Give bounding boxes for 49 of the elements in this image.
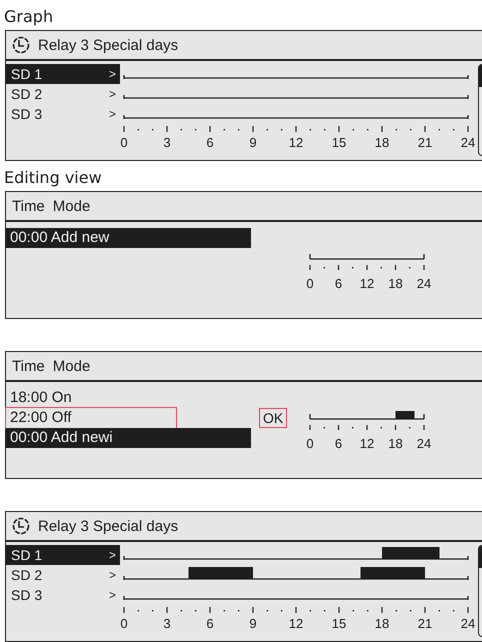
axis-label: 21 xyxy=(418,135,432,150)
schedule-entry[interactable]: 22:00 Off xyxy=(6,408,176,428)
day-row[interactable]: SD 1 > xyxy=(6,545,120,565)
axis-label: 6 xyxy=(334,436,342,451)
axis-label: 15 xyxy=(332,135,346,150)
axis-label: 24 xyxy=(460,616,476,631)
axis-label: 12 xyxy=(288,616,304,631)
axis-label: 18 xyxy=(388,276,403,291)
axis-label: 9 xyxy=(249,135,257,150)
axis-label: 6 xyxy=(334,276,342,291)
schedule-entry[interactable]: 00:00 Add new xyxy=(6,228,251,248)
day-row[interactable]: SD 1 > xyxy=(6,64,120,84)
section-caption: Editing view xyxy=(3,167,103,189)
schedule-entry[interactable]: 18:00 On xyxy=(6,388,251,408)
column-heading: Time xyxy=(12,198,45,214)
axis-label: 0 xyxy=(306,276,314,291)
axis-label: 0 xyxy=(120,135,128,150)
axis-label: 6 xyxy=(206,616,214,631)
axis-label: 12 xyxy=(288,135,304,150)
axis-label: 18 xyxy=(374,135,390,150)
axis-label: 24 xyxy=(416,276,432,291)
axis-label: 18 xyxy=(374,616,390,631)
axis-label: 12 xyxy=(360,276,374,291)
axis-label: 24 xyxy=(460,135,476,150)
column-heading: Mode xyxy=(52,198,90,214)
section-caption: Graph xyxy=(3,6,54,28)
clock-icon xyxy=(12,36,30,54)
axis-label: 18 xyxy=(388,436,403,451)
axis-label: 3 xyxy=(163,135,171,150)
column-heading: Mode xyxy=(52,358,90,374)
schedule-entry[interactable]: 00:00 Add newi xyxy=(6,428,251,448)
axis-label: 6 xyxy=(206,135,214,150)
day-row[interactable]: SD 2 > xyxy=(6,565,120,585)
day-row[interactable]: SD 3 > xyxy=(6,104,120,124)
axis-label: 15 xyxy=(332,616,346,631)
ok-button[interactable]: OK xyxy=(259,408,288,428)
axis-label: 24 xyxy=(416,436,432,451)
axis-label: 0 xyxy=(120,616,128,631)
axis-label: 21 xyxy=(418,616,432,631)
axis-label: 12 xyxy=(360,436,374,451)
axis-label: 0 xyxy=(306,436,314,451)
panel-title: Relay 3 Special days xyxy=(38,518,178,534)
column-heading: Time xyxy=(12,358,45,374)
clock-icon xyxy=(12,517,30,535)
panel-title: Relay 3 Special days xyxy=(38,36,178,54)
day-row[interactable]: SD 3 > xyxy=(6,585,120,605)
day-row[interactable]: SD 2 > xyxy=(6,84,120,104)
axis-label: 3 xyxy=(163,616,171,631)
axis-label: 9 xyxy=(249,616,257,631)
